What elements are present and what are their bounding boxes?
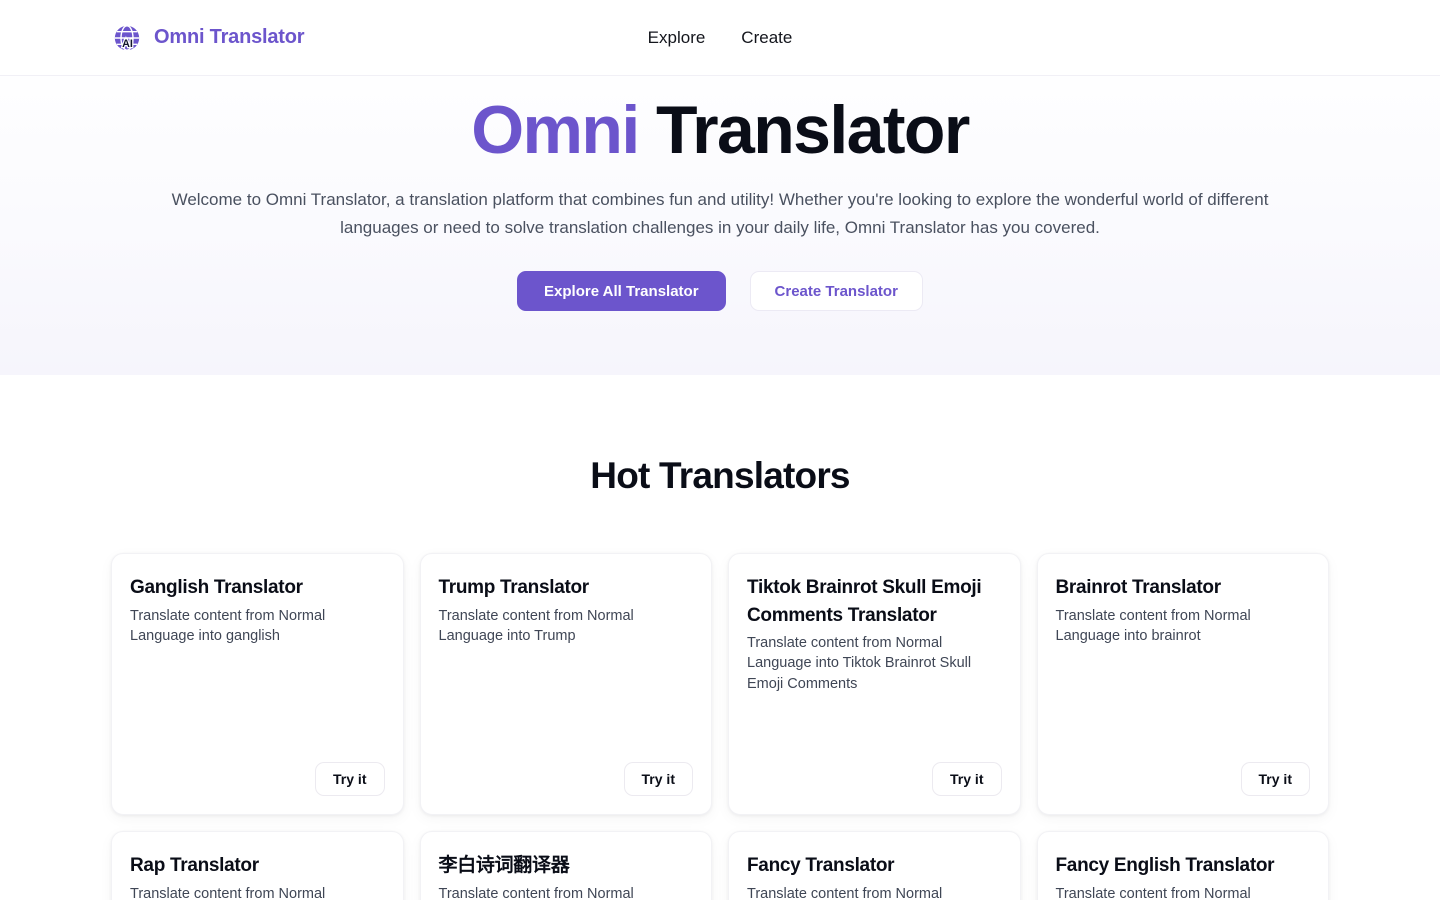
hot-translators-section: Hot Translators Ganglish Translator Tran…	[0, 375, 1440, 900]
card-title: Brainrot Translator	[1055, 577, 1222, 598]
card-title: Fancy Translator	[747, 855, 895, 876]
explore-all-translator-button[interactable]: Explore All Translator	[517, 271, 726, 312]
card-footer: Try it	[747, 762, 1002, 796]
section-title: Hot Translators	[590, 455, 850, 496]
hero-section: Omni Translator Welcome to Omni Translat…	[0, 76, 1440, 375]
create-translator-button[interactable]: Create Translator	[749, 271, 923, 312]
card-description: Translate content from Normal Language i…	[130, 885, 326, 900]
translator-card-grid: Ganglish Translator Translate content fr…	[111, 553, 1329, 900]
card-title: Fancy English Translator	[1055, 855, 1275, 876]
card-description: Translate content from Normal Language i…	[1055, 885, 1251, 900]
card-footer: Try it	[130, 762, 385, 796]
card-description: Translate content from Normal Language i…	[130, 607, 326, 644]
translator-card[interactable]: Rap Translator Translate content from No…	[111, 831, 404, 900]
card-title: Tiktok Brainrot Skull Emoji Comments Tra…	[747, 577, 982, 626]
page-title: Omni Translator	[471, 90, 970, 170]
page-title-accent: Omni	[471, 92, 640, 168]
page-title-rest: Translator	[638, 92, 970, 168]
try-it-button[interactable]: Try it	[1240, 762, 1310, 796]
hero-actions: Explore All Translator Create Translator	[517, 271, 923, 312]
translator-card[interactable]: Tiktok Brainrot Skull Emoji Comments Tra…	[728, 553, 1021, 815]
translator-card[interactable]: Brainrot Translator Translate content fr…	[1036, 553, 1329, 815]
try-it-button[interactable]: Try it	[623, 762, 693, 796]
try-it-button[interactable]: Try it	[315, 762, 385, 796]
brand-name: Omni Translator	[154, 26, 305, 48]
card-description: Translate content from Normal Language i…	[438, 885, 634, 900]
card-title: Ganglish Translator	[130, 577, 303, 598]
translator-card[interactable]: Fancy English Translator Translate conte…	[1036, 831, 1329, 900]
card-description: Translate content from Normal Language i…	[747, 885, 943, 900]
globe-ai-icon: AI	[112, 23, 142, 53]
try-it-button[interactable]: Try it	[932, 762, 1002, 796]
card-title: Rap Translator	[130, 855, 259, 876]
card-footer: Try it	[439, 762, 693, 796]
brand-logo-link[interactable]: AI Omni Translator	[112, 23, 305, 53]
card-description: Translate content from Normal Language i…	[1055, 607, 1251, 644]
main-nav: Explore Create	[642, 24, 799, 52]
hero-subtitle: Welcome to Omni Translator, a translatio…	[171, 190, 1269, 237]
card-footer: Try it	[1056, 762, 1310, 796]
nav-item-explore[interactable]: Explore	[642, 24, 712, 52]
card-title: 李白诗词翻译器	[438, 855, 570, 876]
site-header: AI Omni Translator Explore Create	[0, 0, 1440, 76]
translator-card[interactable]: Trump Translator Translate content from …	[419, 553, 712, 815]
card-title: Trump Translator	[438, 577, 590, 598]
card-description: Translate content from Normal Language i…	[438, 607, 634, 644]
translator-card[interactable]: Fancy Translator Translate content from …	[728, 831, 1021, 900]
nav-item-create[interactable]: Create	[735, 24, 798, 52]
translator-card[interactable]: 李白诗词翻译器 Translate content from Normal La…	[419, 831, 712, 900]
translator-card[interactable]: Ganglish Translator Translate content fr…	[111, 553, 404, 815]
card-description: Translate content from Normal Language i…	[747, 635, 972, 692]
svg-text:AI: AI	[122, 37, 133, 49]
